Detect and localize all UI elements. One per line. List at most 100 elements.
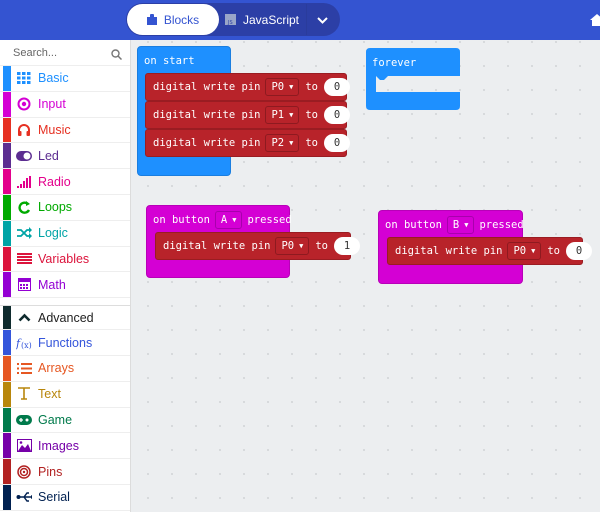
toolbox-category-math[interactable]: Math: [0, 272, 130, 299]
toolbox-category-images[interactable]: Images: [0, 433, 130, 460]
dropdown-arrow-icon: ▼: [289, 83, 294, 91]
category-label: Basic: [38, 71, 69, 86]
toolbox-category-text[interactable]: Text: [0, 381, 130, 408]
tab-javascript-label: JavaScript: [242, 12, 300, 27]
search-icon[interactable]: [111, 47, 123, 65]
category-color-bar: [3, 117, 11, 143]
block-text: digital write pin: [153, 137, 261, 149]
toolbox-category-arrays[interactable]: Arrays: [0, 355, 130, 382]
button-value: B: [452, 219, 460, 231]
to-label: to: [547, 245, 560, 257]
toolbox-category-serial[interactable]: Serial: [0, 484, 130, 511]
category-color-bar: [3, 355, 11, 381]
category-label: Game: [38, 412, 73, 427]
function-icon: f (x): [16, 335, 32, 351]
category-label: Music: [38, 122, 71, 137]
digital-write-block[interactable]: digital write pin P1 ▼ to 0: [145, 101, 350, 129]
editor-more-button[interactable]: [306, 4, 338, 35]
category-color-bar: [3, 407, 11, 433]
toolbox-category-basic[interactable]: Basic: [0, 66, 130, 92]
toolbox-category-led[interactable]: Led: [0, 143, 130, 170]
pin-dropdown[interactable]: P1 ▼: [265, 106, 300, 124]
button-dropdown[interactable]: A ▼: [214, 211, 243, 229]
digital-write-block[interactable]: digital write pin P2 ▼ to 0: [145, 129, 350, 157]
category-color-bar: [3, 66, 11, 91]
loop-arrow-icon: [16, 199, 32, 215]
tab-blocks[interactable]: Blocks: [127, 4, 219, 35]
category-color-bar: [3, 169, 11, 194]
value-input[interactable]: 0: [324, 134, 350, 152]
pressed-label: pressed: [247, 214, 292, 226]
toolbox-category-advanced[interactable]: Advanced: [0, 305, 130, 331]
pin-value: P1: [271, 109, 285, 121]
list-lines-icon: [16, 251, 32, 267]
category-label: Advanced: [38, 310, 94, 325]
toolbox-category-functions[interactable]: f (x) Functions: [0, 330, 130, 356]
to-label: to: [305, 109, 318, 121]
category-color-bar: [3, 484, 11, 510]
shuffle-icon: [16, 225, 32, 241]
chevron-down-icon: [317, 13, 328, 27]
toolbox-category-logic[interactable]: Logic: [0, 220, 130, 247]
home-icon[interactable]: [590, 13, 600, 31]
digital-write-block[interactable]: digital write pin P0 ▼ to 1: [155, 232, 360, 260]
headphones-icon: [16, 122, 32, 138]
on-start-label: on start: [144, 55, 195, 67]
usb-icon: [16, 489, 32, 505]
toolbox-category-variables[interactable]: Variables: [0, 246, 130, 273]
on-button-a-header: on button A ▼ pressed: [153, 211, 292, 229]
tab-blocks-label: Blocks: [163, 12, 200, 27]
value-input[interactable]: 0: [324, 106, 350, 124]
category-label: Loops: [38, 200, 73, 215]
category-color-bar: [3, 194, 11, 220]
toolbox-category-music[interactable]: Music: [0, 117, 130, 144]
forever-label: forever: [372, 57, 417, 69]
pin-value: P2: [271, 137, 285, 149]
toolbox-category-loops[interactable]: Loops: [0, 194, 130, 221]
calculator-icon: [16, 277, 32, 293]
category-label: Images: [38, 438, 79, 453]
search-input[interactable]: [13, 46, 103, 59]
pin-dropdown[interactable]: P0 ▼: [275, 237, 310, 255]
to-label: to: [305, 137, 318, 149]
category-label: Logic: [38, 226, 68, 241]
toolbox-category-pins[interactable]: Pins: [0, 459, 130, 485]
digital-write-block[interactable]: digital write pin P0 ▼ to 0: [145, 73, 350, 101]
pins-target-icon: [16, 464, 32, 480]
puzzle-icon: [146, 14, 157, 25]
category-color-bar: [3, 246, 11, 272]
blocks-workspace[interactable]: on start digital write pin P0 ▼ to 0 digi…: [132, 40, 600, 512]
block-text: digital write pin: [153, 109, 261, 121]
image-icon: [16, 438, 32, 454]
category-color-bar: [3, 143, 11, 169]
category-color-bar: [3, 459, 11, 484]
toolbox: Basic Input Music Led Radio Loops Logic Variabl…: [0, 40, 131, 512]
chevron-up-icon: [16, 310, 32, 326]
category-color-bar: [3, 433, 11, 459]
value-input[interactable]: 1: [334, 237, 360, 255]
toolbox-category-game[interactable]: Game: [0, 407, 130, 434]
value-input[interactable]: 0: [324, 78, 350, 96]
toolbox-category-input[interactable]: Input: [0, 91, 130, 118]
pin-value: P0: [271, 81, 285, 93]
category-label: Math: [38, 277, 66, 292]
value-input[interactable]: 0: [566, 242, 592, 260]
category-color-bar: [3, 381, 11, 407]
pin-dropdown[interactable]: P2 ▼: [265, 134, 300, 152]
numbered-list-icon: [16, 360, 32, 376]
category-color-bar: [3, 272, 11, 298]
tab-javascript[interactable]: JS JavaScript: [222, 4, 302, 35]
toolbox-category-radio[interactable]: Radio: [0, 169, 130, 195]
category-label: Text: [38, 387, 61, 402]
digital-write-block[interactable]: digital write pin P0 ▼ to 0: [387, 237, 592, 265]
category-label: Pins: [38, 464, 63, 479]
on-button-label: on button: [385, 219, 442, 231]
button-dropdown[interactable]: B ▼: [446, 216, 475, 234]
dropdown-arrow-icon: ▼: [289, 139, 294, 147]
pin-value: P0: [281, 240, 295, 252]
text-icon: [16, 386, 32, 402]
editor-toggle: Blocks JS JavaScript: [126, 3, 340, 36]
pin-dropdown[interactable]: P0 ▼: [265, 78, 300, 96]
pin-dropdown[interactable]: P0 ▼: [507, 242, 542, 260]
block-text: digital write pin: [153, 81, 261, 93]
